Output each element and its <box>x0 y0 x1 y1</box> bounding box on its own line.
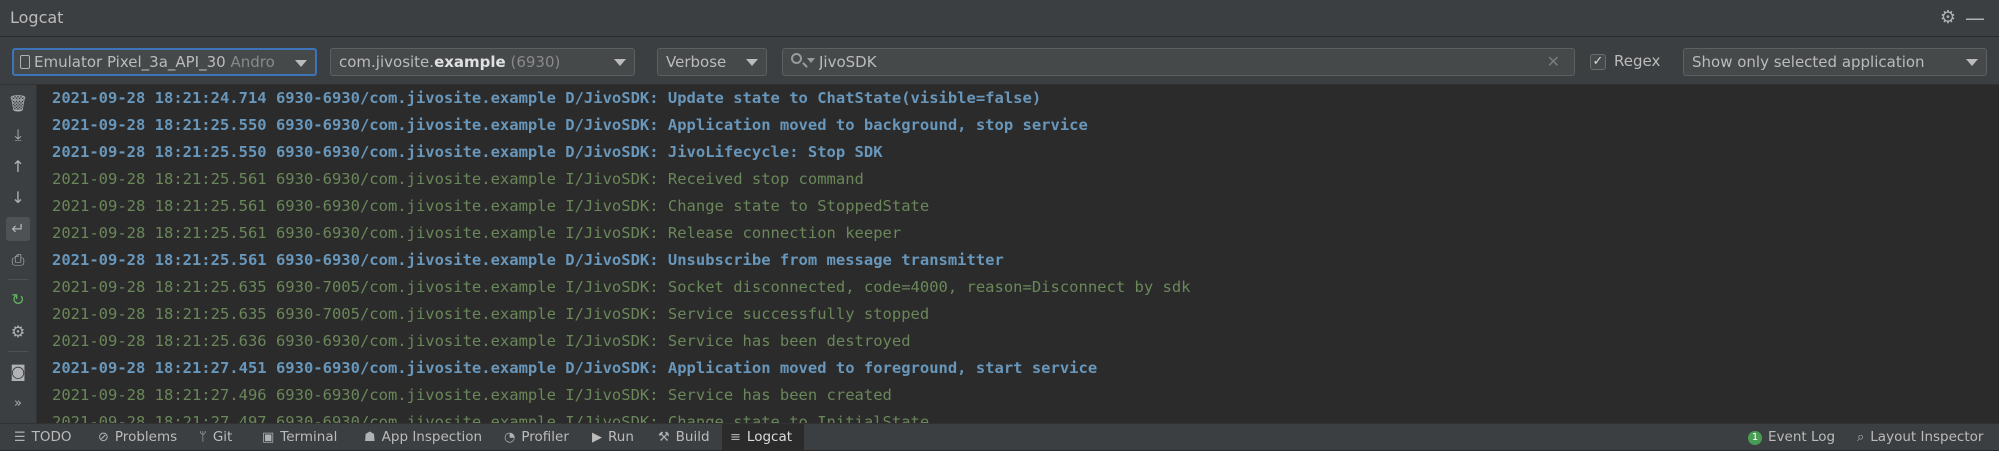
gear-icon[interactable]: ⚙ <box>6 320 30 344</box>
clear-icon[interactable]: ✕ <box>1547 52 1560 71</box>
soft-wrap-icon[interactable]: ↵ <box>6 217 30 241</box>
log-line: 2021-09-28 18:21:27.496 6930-6930/com.ji… <box>52 386 892 404</box>
tab-problems[interactable]: ⊘ Problems <box>98 424 177 450</box>
tool-window-header: Logcat ⚙ — <box>0 0 1999 37</box>
tab-label: App Inspection <box>381 429 483 445</box>
sidebar-divider <box>8 351 28 352</box>
restart-icon[interactable]: ↻ <box>6 288 30 312</box>
regex-label: Regex <box>1614 52 1661 70</box>
process-package-prefix: com.jivosite. <box>339 53 435 71</box>
log-line: 2021-09-28 18:21:25.561 6930-6930/com.ji… <box>52 251 1004 269</box>
chevron-down-icon <box>1966 59 1978 66</box>
hammer-icon: ⚒ <box>658 430 670 445</box>
log-line: 2021-09-28 18:21:25.635 6930-7005/com.ji… <box>52 278 1191 296</box>
log-line: 2021-09-28 18:21:25.550 6930-6930/com.ji… <box>52 143 883 161</box>
up-arrow-icon[interactable]: ↑ <box>6 155 30 179</box>
camera-icon[interactable]: ◙ <box>6 360 30 384</box>
process-pid: (6930) <box>505 53 561 71</box>
process-package-name: example <box>434 53 506 71</box>
list-icon: ☰ <box>14 430 26 445</box>
tab-label: Logcat <box>746 429 793 445</box>
log-level-select[interactable]: Verbose <box>657 48 767 76</box>
log-line: 2021-09-28 18:21:27.451 6930-6930/com.ji… <box>52 359 1098 377</box>
tab-git[interactable]: ᛘ Git <box>199 424 232 450</box>
process-select[interactable]: com.jivosite.example (6930) <box>330 48 635 76</box>
log-level-value: Verbose <box>666 53 727 71</box>
down-arrow-icon[interactable]: ↓ <box>6 186 30 210</box>
logcat-sidebar: 🗑 ⤓ ↑ ↓ ↵ ⎙ ↻ ⚙ ◙ » <box>0 85 37 423</box>
layout-inspector-button[interactable]: ⌕ Layout Inspector <box>1857 424 1983 450</box>
filter-select[interactable]: Show only selected application <box>1683 48 1987 76</box>
log-line: 2021-09-28 18:21:25.636 6930-6930/com.ji… <box>52 332 911 350</box>
log-line: 2021-09-28 18:21:25.561 6930-6930/com.ji… <box>52 224 902 242</box>
chevron-down-icon <box>746 59 758 66</box>
trash-icon[interactable]: 🗑 <box>6 92 30 116</box>
device-select[interactable]: Emulator Pixel_3a_API_30 Andro <box>12 48 317 76</box>
tab-app-inspection[interactable]: ☗ App Inspection <box>364 424 482 450</box>
layout-inspector-icon: ⌕ <box>1857 430 1865 445</box>
tab-label: Profiler <box>521 429 569 445</box>
chevron-down-icon <box>295 60 307 67</box>
tool-window-title: Logcat <box>10 8 64 27</box>
tab-label: Build <box>675 429 710 445</box>
regex-checkbox[interactable]: ✓ <box>1590 54 1606 70</box>
tab-label: Git <box>212 429 233 445</box>
logcat-toolbar: Emulator Pixel_3a_API_30 Andro com.jivos… <box>0 37 1999 85</box>
sidebar-divider <box>8 279 28 280</box>
android-icon: ☗ <box>364 430 376 445</box>
logcat-icon: ≡ <box>730 430 741 445</box>
log-line: 2021-09-28 18:21:25.561 6930-6930/com.ji… <box>52 197 930 215</box>
tab-todo[interactable]: ☰ TODO <box>14 424 72 450</box>
tool-window-bar: ☰ TODO ⊘ Problems ᛘ Git ▣ Terminal ☗ App Insp… <box>0 423 1999 450</box>
git-branch-icon: ᛘ <box>199 430 207 445</box>
search-input[interactable] <box>819 51 1519 73</box>
tab-build[interactable]: ⚒ Build <box>658 424 710 450</box>
log-output[interactable]: 2021-09-28 18:21:24.714 6930-6930/com.ji… <box>38 85 1999 423</box>
filter-select-value: Show only selected application <box>1692 53 1925 71</box>
search-icon <box>791 53 802 64</box>
log-line: 2021-09-28 18:21:25.550 6930-6930/com.ji… <box>52 116 1088 134</box>
tab-label: Problems <box>114 429 178 445</box>
tab-profiler[interactable]: ◔ Profiler <box>504 424 569 450</box>
gear-icon[interactable]: ⚙ <box>1937 7 1959 29</box>
tab-run[interactable]: ▶ Run <box>592 424 634 450</box>
tab-logcat[interactable]: ≡ Logcat <box>722 424 805 450</box>
device-select-suffix: Andro <box>225 53 275 71</box>
minimize-icon[interactable]: — <box>1964 7 1986 29</box>
layout-inspector-label: Layout Inspector <box>1870 429 1984 445</box>
print-icon[interactable]: ⎙ <box>6 248 30 272</box>
tab-label: Terminal <box>280 429 338 445</box>
profiler-icon: ◔ <box>504 430 516 445</box>
problems-icon: ⊘ <box>98 430 109 445</box>
terminal-icon: ▣ <box>262 430 275 445</box>
log-line: 2021-09-28 18:21:27.497 6930-6930/com.ji… <box>52 413 930 423</box>
search-history-chevron-icon[interactable] <box>807 58 815 63</box>
device-select-label: Emulator Pixel_3a_API_30 <box>34 53 226 71</box>
log-line: 2021-09-28 18:21:25.635 6930-7005/com.ji… <box>52 305 930 323</box>
log-line: 2021-09-28 18:21:24.714 6930-6930/com.ji… <box>52 89 1042 107</box>
more-icon[interactable]: » <box>6 392 30 416</box>
tab-label: TODO <box>31 429 72 445</box>
event-log-button[interactable]: 1 Event Log <box>1748 424 1835 450</box>
event-log-count-badge: 1 <box>1748 431 1762 445</box>
phone-icon <box>20 55 30 69</box>
tab-label: Run <box>608 429 634 445</box>
scroll-to-end-icon[interactable]: ⤓ <box>6 123 30 147</box>
search-field[interactable]: ✕ <box>782 48 1575 76</box>
chevron-down-icon <box>614 59 626 66</box>
tab-terminal[interactable]: ▣ Terminal <box>262 424 337 450</box>
play-icon: ▶ <box>592 430 602 445</box>
log-line: 2021-09-28 18:21:25.561 6930-6930/com.ji… <box>52 170 864 188</box>
event-log-label: Event Log <box>1768 429 1836 445</box>
